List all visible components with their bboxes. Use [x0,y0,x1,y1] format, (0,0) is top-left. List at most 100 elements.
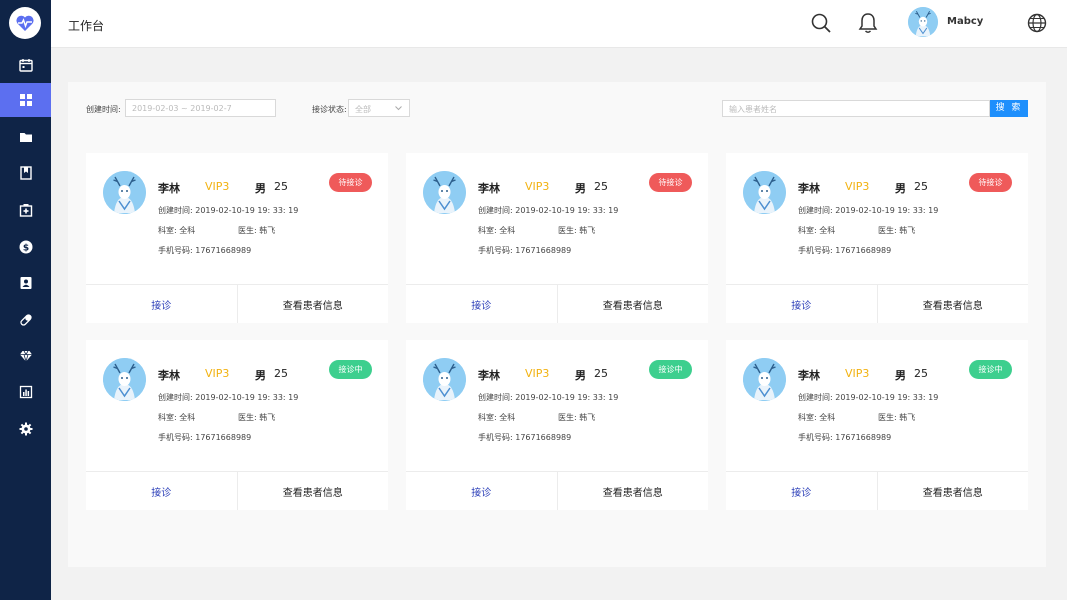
card-actions: 接诊 查看患者信息 [726,471,1028,510]
sidebar-item-settings[interactable] [0,412,51,446]
patient-card: 李林 VIP3 男 25 接诊中 创建时间: 2019-02-10-19 19: 33: … [86,340,388,510]
phone-number: 手机号码: 17671668989 [478,246,572,255]
diamond-icon [19,350,32,363]
status-badge: 待接诊 [969,173,1012,192]
patient-gender: 男 [575,369,586,382]
receive-button[interactable]: 接诊 [406,285,558,323]
patient-card: 李林 VIP3 男 25 待接诊 创建时间: 2019-02-10-19 19: 33: … [726,153,1028,323]
sidebar-item-finance[interactable]: $ [0,230,51,264]
patient-avatar [423,171,466,214]
created-time: 创建时间: 2019-02-10-19 19: 33: 19 [798,393,939,402]
department: 科室: 全科 [478,413,516,422]
card-actions: 接诊 查看患者信息 [726,284,1028,323]
patient-search-input[interactable]: 输入患者姓名 [722,100,990,117]
patient-card: 李林 VIP3 男 25 待接诊 创建时间: 2019-02-10-19 19: 33: … [406,153,708,323]
department: 科室: 全科 [798,413,836,422]
sidebar-item-dashboard[interactable] [0,83,51,117]
created-time-label: 创建时间: [86,105,121,114]
svg-text:$: $ [22,244,28,254]
patient-avatar [103,358,146,401]
phone-number: 手机号码: 17671668989 [798,246,892,255]
sidebar-item-medical[interactable] [0,193,51,227]
view-patient-button[interactable]: 查看患者信息 [238,472,389,510]
vip-level: VIP3 [845,367,870,380]
vip-level: VIP3 [205,180,230,193]
patient-card: 李林 VIP3 男 25 接诊中 创建时间: 2019-02-10-19 19: 33: … [406,340,708,510]
phone-number: 手机号码: 17671668989 [158,246,252,255]
heartbeat-icon[interactable] [9,7,41,39]
patient-name: 李林 [478,182,500,195]
created-time: 创建时间: 2019-02-10-19 19: 33: 19 [158,206,299,215]
doctor: 医生: 韩飞 [878,413,916,422]
view-patient-button[interactable]: 查看患者信息 [878,472,1029,510]
patient-gender: 男 [255,369,266,382]
created-time: 创建时间: 2019-02-10-19 19: 33: 19 [478,206,619,215]
created-date-range-input[interactable]: 2019-02-03 ~ 2019-02-7 [125,99,276,117]
view-patient-button[interactable]: 查看患者信息 [558,472,709,510]
status-select[interactable]: 全部 [348,99,410,117]
receive-button[interactable]: 接诊 [406,472,558,510]
department: 科室: 全科 [478,226,516,235]
patient-avatar [743,358,786,401]
chevron-down-icon [395,106,402,111]
patient-name: 李林 [478,369,500,382]
pill-icon [19,314,32,326]
view-patient-button[interactable]: 查看患者信息 [878,285,1029,323]
doctor: 医生: 韩飞 [558,226,596,235]
bell-icon[interactable] [856,11,880,35]
dollar-icon: $ [19,240,32,254]
user-name[interactable]: Mabcy [947,16,983,27]
bookmark-icon [19,166,32,180]
sidebar-item-calendar[interactable] [0,48,51,82]
globe-icon[interactable] [1025,11,1049,35]
receive-button[interactable]: 接诊 [86,285,238,323]
card-actions: 接诊 查看患者信息 [86,284,388,323]
status-badge: 接诊中 [969,360,1012,379]
vip-level: VIP3 [205,367,230,380]
patient-age: 25 [274,180,288,193]
view-patient-button[interactable]: 查看患者信息 [238,285,389,323]
sidebar-item-statistics[interactable] [0,375,51,409]
search-icon[interactable] [809,11,833,35]
patient-name: 李林 [798,182,820,195]
settings-icon [19,422,32,436]
patient-gender: 男 [895,182,906,195]
patient-age: 25 [274,367,288,380]
card-actions: 接诊 查看患者信息 [406,284,708,323]
card-actions: 接诊 查看患者信息 [86,471,388,510]
created-time: 创建时间: 2019-02-10-19 19: 33: 19 [158,393,299,402]
doctor: 医生: 韩飞 [238,226,276,235]
sidebar-item-folder[interactable] [0,120,51,154]
patient-avatar [103,171,146,214]
patient-avatar [423,358,466,401]
status-badge: 接诊中 [329,360,372,379]
avatar[interactable] [908,7,938,37]
patient-card: 李林 VIP3 男 25 接诊中 创建时间: 2019-02-10-19 19: 33: … [726,340,1028,510]
card-actions: 接诊 查看患者信息 [406,471,708,510]
vip-level: VIP3 [525,180,550,193]
receive-button[interactable]: 接诊 [726,472,878,510]
vip-level: VIP3 [845,180,870,193]
main-panel: 创建时间: 2019-02-03 ~ 2019-02-7 接诊状态: 全部 输入… [68,82,1046,567]
patient-gender: 男 [575,182,586,195]
sidebar-item-pharmacy[interactable] [0,303,51,337]
department: 科室: 全科 [158,226,196,235]
sidebar-item-vip[interactable] [0,339,51,373]
patient-age: 25 [594,180,608,193]
patient-name: 李林 [798,369,820,382]
patient-card: 李林 VIP3 男 25 待接诊 创建时间: 2019-02-10-19 19: 33: … [86,153,388,323]
receive-button[interactable]: 接诊 [86,472,238,510]
bar-chart-icon [19,385,32,399]
vip-level: VIP3 [525,367,550,380]
dashboard-icon [19,94,32,106]
department: 科室: 全科 [798,226,836,235]
doctor: 医生: 韩飞 [558,413,596,422]
view-patient-button[interactable]: 查看患者信息 [558,285,709,323]
receive-button[interactable]: 接诊 [726,285,878,323]
doctor: 医生: 韩飞 [238,413,276,422]
patient-gender: 男 [255,182,266,195]
search-button[interactable]: 搜 索 [990,100,1028,117]
doctor: 医生: 韩飞 [878,226,916,235]
sidebar-item-contacts[interactable] [0,266,51,300]
sidebar-item-bookmark[interactable] [0,156,51,190]
